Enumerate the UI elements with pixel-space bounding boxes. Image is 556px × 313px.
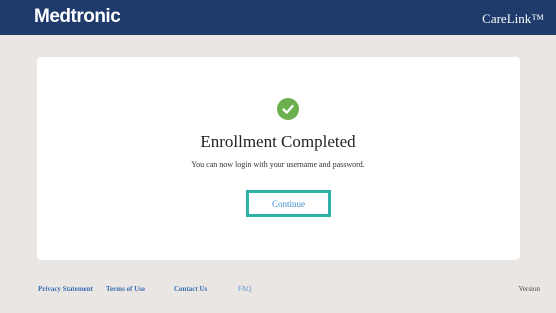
footer-link-faq[interactable]: FAQ <box>238 285 251 293</box>
enrollment-card <box>37 57 520 260</box>
footer-link-privacy-statement[interactable]: Privacy Statement <box>38 285 93 293</box>
page-title: Enrollment Completed <box>200 132 356 151</box>
page: Medtronic CareLink™ Enrollment Completed… <box>0 0 556 313</box>
check-icon <box>277 98 299 120</box>
footer-link-contact-us[interactable]: Contact Us <box>174 285 207 293</box>
footer-link-terms-of-use[interactable]: Terms of Use <box>106 285 145 293</box>
carelink-product-name: CareLink™ <box>482 11 544 26</box>
continue-button[interactable]: Continue <box>246 190 331 217</box>
enrollment-message: You can now login with your username and… <box>191 160 365 169</box>
medtronic-logo[interactable]: Medtronic <box>34 6 121 28</box>
version-label: Version <box>518 285 540 293</box>
header-bar: Medtronic CareLink™ <box>0 0 556 35</box>
